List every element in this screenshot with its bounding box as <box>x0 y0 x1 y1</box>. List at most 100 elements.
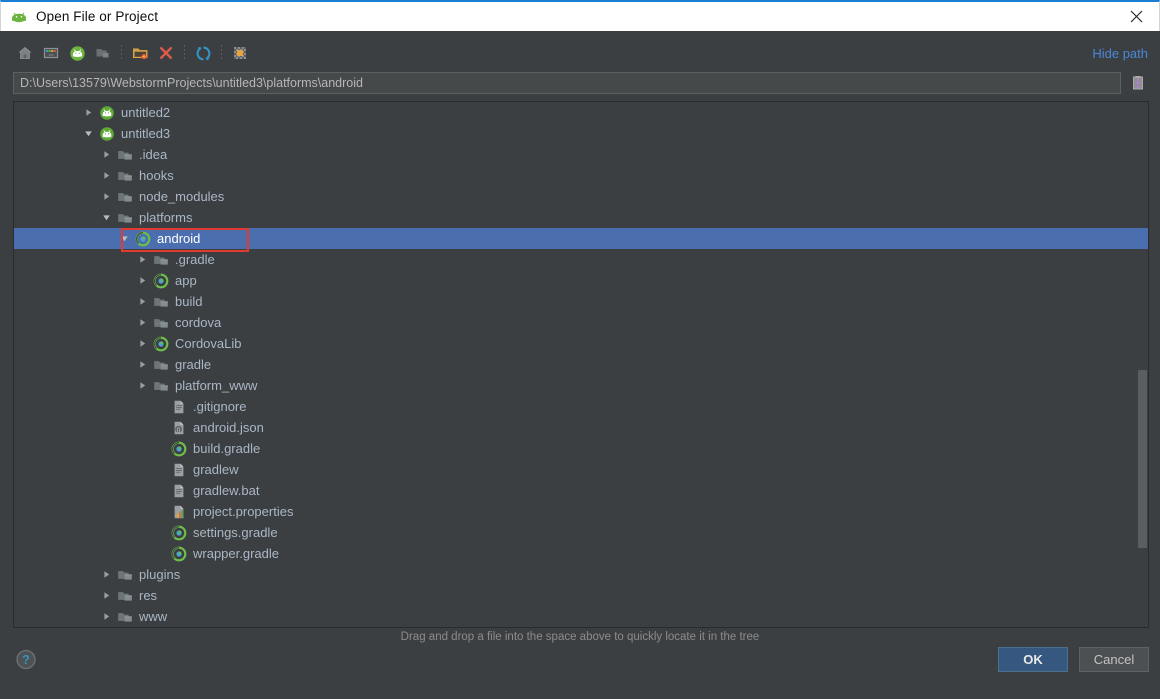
chevron-right-icon[interactable] <box>136 337 149 350</box>
chevron-right-icon[interactable] <box>136 316 149 329</box>
close-icon[interactable] <box>1113 2 1159 31</box>
tree-row-project-properties[interactable]: project.properties <box>14 501 1148 522</box>
show-hidden-files-icon[interactable] <box>227 41 253 65</box>
tree-row-label: cordova <box>175 315 222 330</box>
tree-row-gradlew-bat[interactable]: gradlew.bat <box>14 480 1148 501</box>
tree-row-label: plugins <box>139 567 181 582</box>
file-tree: untitled2 untitled3 .idea hooks node_modules… <box>14 102 1148 627</box>
file-tree-panel[interactable]: untitled2 untitled3 .idea hooks node_modules… <box>13 101 1149 628</box>
tree-row-label: build <box>175 294 203 309</box>
tree-row-label: gradlew.bat <box>193 483 260 498</box>
chevron-right-icon[interactable] <box>100 589 113 602</box>
help-icon[interactable]: ? <box>15 649 37 671</box>
refresh-icon[interactable] <box>190 41 216 65</box>
chevron-right-icon[interactable] <box>136 358 149 371</box>
gradle-icon <box>153 336 169 352</box>
chevron-right-icon[interactable] <box>136 274 149 287</box>
tree-row-node-modules[interactable]: node_modules <box>14 186 1148 207</box>
tree-row--gitignore[interactable]: .gitignore <box>14 396 1148 417</box>
folder-icon <box>153 252 169 268</box>
path-input[interactable] <box>13 72 1121 94</box>
tree-row-android[interactable]: android <box>14 228 1148 249</box>
chevron-down-icon[interactable] <box>100 211 113 224</box>
tree-row-hooks[interactable]: hooks <box>14 165 1148 186</box>
properties-file-icon <box>171 504 187 520</box>
tree-row-settings-gradle[interactable]: settings.gradle <box>14 522 1148 543</box>
tree-row-gradle[interactable]: gradle <box>14 354 1148 375</box>
tree-row-untitled3[interactable]: untitled3 <box>14 123 1148 144</box>
chevron-right-icon[interactable] <box>136 253 149 266</box>
tree-row-label: res <box>139 588 158 603</box>
tree-row-label: app <box>175 273 197 288</box>
tree-row-label: node_modules <box>139 189 225 204</box>
folder-icon <box>117 567 133 583</box>
chevron-right-icon[interactable] <box>100 190 113 203</box>
tree-row-cordovalib[interactable]: CordovaLib <box>14 333 1148 354</box>
tree-row-label: CordovaLib <box>175 336 242 351</box>
chevron-down-icon[interactable] <box>82 127 95 140</box>
tree-row--gradle[interactable]: .gradle <box>14 249 1148 270</box>
toolbar-separator <box>121 45 122 61</box>
tree-row-build-gradle[interactable]: build.gradle <box>14 438 1148 459</box>
tree-vertical-scrollbar[interactable] <box>1138 370 1147 548</box>
tree-row-www[interactable]: www <box>14 606 1148 627</box>
chevron-right-icon[interactable] <box>100 169 113 182</box>
android-project-icon[interactable] <box>64 41 90 65</box>
tree-row-app[interactable]: app <box>14 270 1148 291</box>
folder-icon <box>117 189 133 205</box>
chevron-right-icon[interactable] <box>100 148 113 161</box>
folder-icon <box>153 357 169 373</box>
text-file-icon <box>171 483 187 499</box>
tree-row-gradlew[interactable]: gradlew <box>14 459 1148 480</box>
tree-row-android-json[interactable]: {} android.json <box>14 417 1148 438</box>
chevron-right-icon[interactable] <box>136 379 149 392</box>
toolbar-separator <box>221 45 222 61</box>
tree-row-platform-www[interactable]: platform_www <box>14 375 1148 396</box>
gradle-icon <box>171 525 187 541</box>
chevron-right-icon[interactable] <box>100 610 113 623</box>
folder-icon <box>153 378 169 394</box>
desktop-icon[interactable] <box>38 41 64 65</box>
hide-path-link[interactable]: Hide path <box>1092 46 1148 61</box>
folder-icon <box>117 168 133 184</box>
tree-row-label: gradlew <box>193 462 239 477</box>
tree-row-label: android.json <box>193 420 264 435</box>
chevron-down-icon[interactable] <box>118 232 131 245</box>
paste-from-clipboard-icon[interactable] <box>1127 72 1149 94</box>
tree-row-build[interactable]: build <box>14 291 1148 312</box>
home-icon[interactable] <box>12 41 38 65</box>
new-folder-icon[interactable] <box>127 41 153 65</box>
tree-row-res[interactable]: res <box>14 585 1148 606</box>
tree-row-untitled2[interactable]: untitled2 <box>14 102 1148 123</box>
tree-row-platforms[interactable]: platforms <box>14 207 1148 228</box>
chevron-right-icon[interactable] <box>100 568 113 581</box>
svg-text:?: ? <box>22 653 30 667</box>
folder-icon <box>117 609 133 625</box>
svg-text:{}: {} <box>177 427 181 433</box>
chevron-right-icon[interactable] <box>82 106 95 119</box>
tree-row--idea[interactable]: .idea <box>14 144 1148 165</box>
tree-row-label: .gitignore <box>193 399 247 414</box>
tree-row-plugins[interactable]: plugins <box>14 564 1148 585</box>
tree-row-wrapper-gradle[interactable]: wrapper.gradle <box>14 543 1148 564</box>
android-module-icon <box>99 105 115 121</box>
tree-row-label: settings.gradle <box>193 525 278 540</box>
tree-row-cordova[interactable]: cordova <box>14 312 1148 333</box>
dialog-footer: ? OK Cancel <box>0 643 1160 699</box>
tree-row-label: .idea <box>139 147 168 162</box>
ok-button[interactable]: OK <box>998 647 1068 672</box>
gradle-icon <box>135 231 151 247</box>
tree-row-label: hooks <box>139 168 174 183</box>
tree-row-label: gradle <box>175 357 212 372</box>
gradle-icon <box>171 441 187 457</box>
chevron-right-icon[interactable] <box>136 295 149 308</box>
android-module-icon <box>99 126 115 142</box>
delete-icon[interactable] <box>153 41 179 65</box>
cancel-button[interactable]: Cancel <box>1079 647 1149 672</box>
